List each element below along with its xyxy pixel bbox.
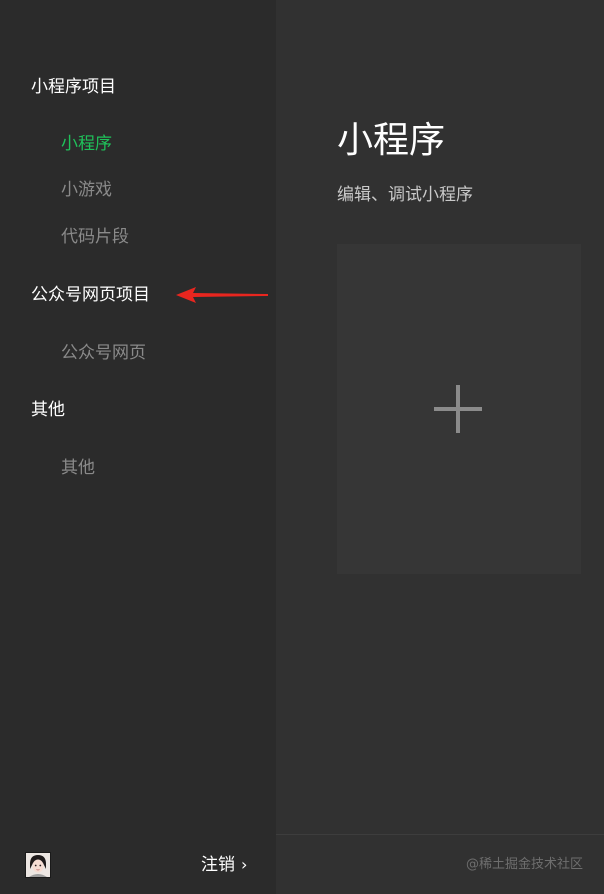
logout-button[interactable]: 注销 › <box>201 854 247 876</box>
section-title-other: 其他 <box>31 400 65 420</box>
plus-icon <box>434 385 482 433</box>
page-subtitle: 编辑、调试小程序 <box>337 185 473 205</box>
section-title-miniprogram-projects: 小程序项目 <box>31 77 116 97</box>
annotation-arrow-icon <box>176 287 268 303</box>
watermark: @稀土掘金技术社区 <box>465 857 583 872</box>
sidebar-item-code-snippets[interactable]: 代码片段 <box>61 227 129 247</box>
new-project-card[interactable] <box>337 244 581 574</box>
sidebar-item-miniprogram[interactable]: 小程序 <box>61 134 112 154</box>
sidebar-item-minigame[interactable]: 小游戏 <box>61 180 112 200</box>
sidebar-item-official-account-web[interactable]: 公众号网页 <box>61 343 146 363</box>
page-title: 小程序 <box>337 120 446 161</box>
avatar[interactable] <box>25 852 51 878</box>
section-title-official-account-projects: 公众号网页项目 <box>31 285 150 305</box>
sidebar: 小程序项目 小程序 小游戏 代码片段 公众号网页项目 公众号网页 其他 其他 注… <box>0 0 276 894</box>
logout-label: 注销 <box>201 855 235 875</box>
avatar-icon <box>26 853 50 877</box>
main-panel: 小程序 编辑、调试小程序 <box>276 0 604 894</box>
footer-divider <box>276 834 604 835</box>
sidebar-item-other[interactable]: 其他 <box>61 458 95 478</box>
app-window: 小程序项目 小程序 小游戏 代码片段 公众号网页项目 公众号网页 其他 其他 注… <box>0 0 604 894</box>
chevron-right-icon: › <box>241 855 248 874</box>
